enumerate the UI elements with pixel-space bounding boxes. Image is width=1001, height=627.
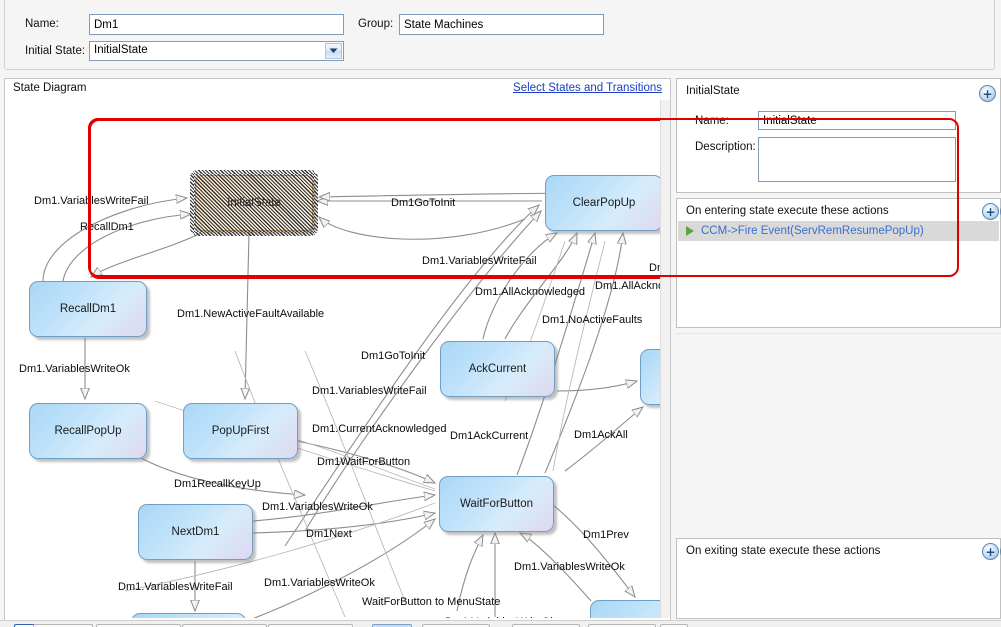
transition-label: Dm1.NoActiveFaults [542, 314, 643, 326]
transition-label: Dm1.VariablesWriteOk [19, 363, 130, 375]
bottom-toolbar [0, 620, 1001, 627]
state-diagram-header: State Diagram Select States and Transiti… [5, 79, 670, 101]
state-node-ackcurrent[interactable]: AckCurrent [440, 341, 555, 397]
add-icon-properties[interactable]: + [979, 85, 996, 102]
transition-label: Dm1.VariablesWriteOk [264, 577, 375, 589]
diagram-vertical-scrollbar[interactable] [660, 100, 670, 618]
name-label: Name: [25, 18, 59, 30]
state-node-wraptobegin[interactable]: WrapToBegin [131, 613, 246, 618]
state-node-label: NextDm1 [171, 526, 220, 538]
state-properties-panel: InitialState Name: Description: + [676, 78, 1001, 193]
chevron-down-icon[interactable] [325, 43, 342, 59]
state-node-label: RecallPopUp [54, 425, 122, 437]
on-exiting-actions-panel: On exiting state execute these actions +… [676, 538, 1001, 619]
state-node-label: RecallDm1 [59, 303, 117, 315]
transition-label: Dm1.AllAcknow [595, 280, 668, 292]
transition-label: Dm1Prev [583, 529, 629, 541]
transition-label: RecallDm1 [80, 221, 134, 233]
play-arrow-icon [686, 226, 694, 236]
on-entering-actions-panel: On entering state execute these actions … [676, 198, 1001, 328]
initial-state-combobox-value: InitialState [94, 44, 148, 56]
plus-glyph: + [982, 86, 993, 101]
transition-label: Dm1.AllAcknowledged [475, 286, 586, 298]
state-node-popupfirst[interactable]: PopUpFirst [183, 403, 298, 459]
state-node-prevdm1[interactable]: PrevDm1 [590, 600, 668, 618]
state-diagram-panel: State Diagram Select States and Transiti… [4, 78, 671, 621]
state-node-label: WaitForButton [459, 498, 534, 510]
state-machine-group-label: State Machine [15, 0, 94, 3]
transition-label: Dm1GoToInit [361, 350, 426, 362]
group-input[interactable] [399, 14, 604, 35]
transition-label: Dm1.VariablesWriteOk [445, 616, 556, 618]
state-diagram-canvas[interactable]: InitialState ClearPopUp RecallDm1 AckCurren… [5, 101, 668, 618]
state-node-initial[interactable]: InitialState [195, 175, 313, 231]
transition-label: Dm1.CurrentAcknowledged [312, 423, 447, 435]
prop-description-input[interactable] [758, 137, 956, 182]
transition-label: Dm1GoToInit [391, 197, 456, 209]
transition-label: Dm1.VariablesWriteOk [514, 561, 625, 573]
transition-label: Dm1.VariablesWriteFail [118, 581, 233, 593]
plus-glyph: + [985, 544, 996, 559]
on-entering-actions-title: On entering state execute these actions [686, 205, 889, 217]
transition-label: WaitForButton to MenuState [362, 596, 501, 608]
prop-name-input[interactable] [758, 111, 956, 130]
transition-label: Dm1.VariablesWriteFail [34, 195, 149, 207]
on-exiting-actions-title: On exiting state execute these actions [686, 545, 881, 557]
entering-action-text: CCM->Fire Event(ServRemResumePopUp) [701, 225, 924, 237]
state-node-recallpopup[interactable]: RecallPopUp [29, 403, 147, 459]
right-panel-divider [676, 333, 1001, 334]
plus-glyph: + [985, 204, 996, 219]
transition-label: Dm1Next [306, 528, 352, 540]
transition-label: Dm1WaitForButton [317, 456, 411, 468]
entering-action-row[interactable]: CCM->Fire Event(ServRemResumePopUp) [678, 221, 999, 241]
state-node-waitforbutton[interactable]: WaitForButton [439, 476, 554, 532]
transition-label: Dm1.VariablesWriteFail [422, 255, 537, 267]
transition-label: Dm1.NewActiveFaultAvailable [177, 308, 325, 320]
name-input[interactable] [89, 14, 344, 35]
group-label: Group: [358, 18, 394, 30]
state-node-label: ClearPopUp [572, 197, 636, 209]
transition-label: Dm1RecallKeyUp [174, 478, 261, 490]
state-node-label: InitialState [227, 197, 281, 209]
transition-label: Dm1.VariablesWriteOk [262, 501, 373, 513]
state-node-label: AckCurrent [468, 363, 527, 375]
initial-state-label: Initial State: [25, 45, 86, 57]
state-node-label: PopUpFirst [211, 425, 270, 437]
state-node-recalldm1[interactable]: RecallDm1 [29, 281, 147, 337]
state-properties-title: InitialState [686, 85, 740, 97]
state-diagram-title: State Diagram [13, 82, 87, 94]
application-window: State Machine Name: Group: Initial State… [0, 0, 1001, 627]
initial-state-combobox[interactable]: InitialState [89, 41, 344, 61]
state-node-clearpopup[interactable]: ClearPopUp [545, 175, 663, 231]
prop-name-label: Name: [695, 115, 729, 127]
select-states-and-transitions-link[interactable]: Select States and Transitions [513, 82, 662, 94]
prop-description-label: Description: [695, 141, 756, 153]
transition-label: Dm1AckCurrent [450, 430, 529, 442]
state-node-nextdm1[interactable]: NextDm1 [138, 504, 253, 560]
transition-label: Dm1.VariablesWriteFail [312, 385, 427, 397]
add-entering-action-icon[interactable]: + [982, 203, 999, 220]
transition-label: Dm1AckAll [574, 429, 628, 441]
add-exiting-action-icon[interactable]: + [982, 543, 999, 560]
